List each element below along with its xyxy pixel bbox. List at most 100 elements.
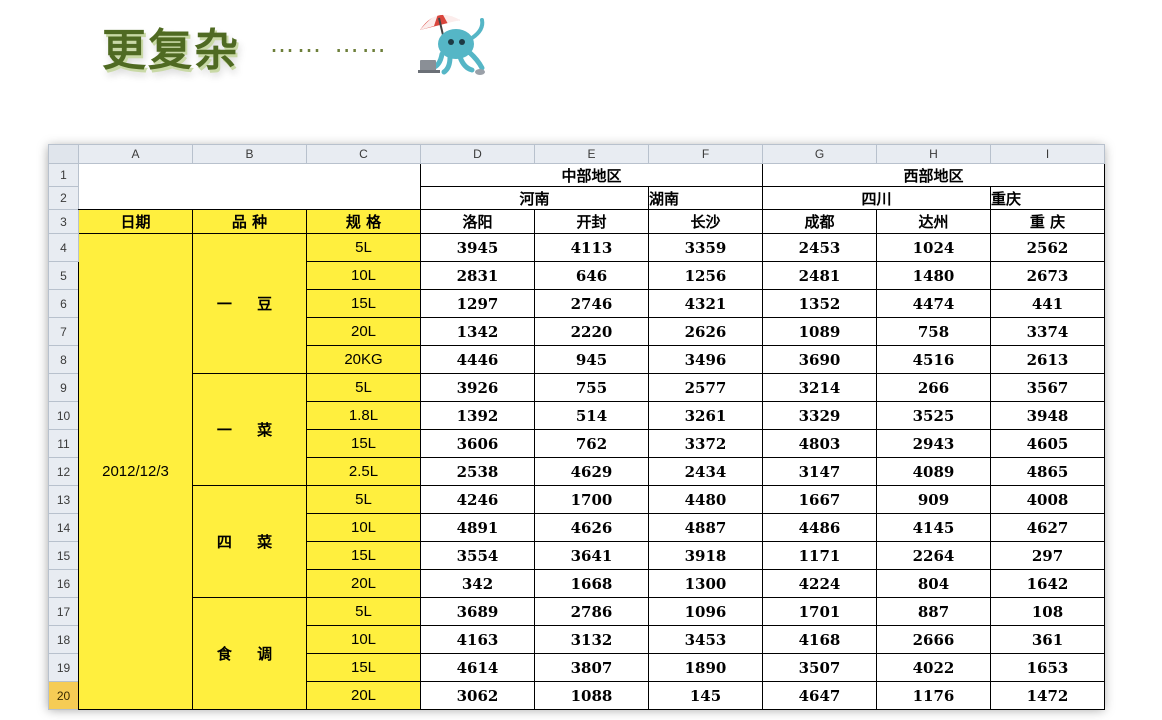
value-cell[interactable]: 2666 [876, 625, 991, 654]
row-header[interactable]: 6 [48, 289, 79, 318]
value-cell[interactable]: 2434 [648, 457, 763, 486]
province-chongqing[interactable]: 重庆 [990, 186, 1105, 210]
value-cell[interactable]: 2453 [762, 233, 877, 262]
city-header[interactable]: 成都 [762, 209, 877, 234]
row-header[interactable]: 4 [48, 233, 79, 262]
value-cell[interactable]: 4008 [990, 485, 1105, 514]
value-cell[interactable]: 3554 [420, 541, 535, 570]
value-cell[interactable]: 3374 [990, 317, 1105, 346]
header-variety[interactable]: 品 种 [192, 209, 307, 234]
value-cell[interactable]: 3525 [876, 401, 991, 430]
spec-cell[interactable]: 5L [306, 373, 421, 402]
value-cell[interactable]: 441 [990, 289, 1105, 318]
value-cell[interactable]: 2562 [990, 233, 1105, 262]
value-cell[interactable]: 1297 [420, 289, 535, 318]
column-header[interactable]: C [306, 144, 421, 164]
row-header[interactable]: 14 [48, 513, 79, 542]
value-cell[interactable]: 342 [420, 569, 535, 598]
date-cell[interactable]: 2012/12/3 [78, 233, 193, 710]
city-header[interactable]: 长沙 [648, 209, 763, 234]
city-header[interactable]: 重 庆 [990, 209, 1105, 234]
value-cell[interactable]: 1653 [990, 653, 1105, 682]
row-header[interactable]: 17 [48, 597, 79, 626]
value-cell[interactable]: 4626 [534, 513, 649, 542]
value-cell[interactable]: 1392 [420, 401, 535, 430]
column-header[interactable]: I [990, 144, 1105, 164]
value-cell[interactable]: 2577 [648, 373, 763, 402]
city-header[interactable]: 洛阳 [420, 209, 535, 234]
value-cell[interactable]: 297 [990, 541, 1105, 570]
spec-cell[interactable]: 10L [306, 513, 421, 542]
city-header[interactable]: 达州 [876, 209, 991, 234]
value-cell[interactable]: 3507 [762, 653, 877, 682]
value-cell[interactable]: 1300 [648, 569, 763, 598]
value-cell[interactable]: 1256 [648, 261, 763, 290]
value-cell[interactable]: 4480 [648, 485, 763, 514]
value-cell[interactable]: 1352 [762, 289, 877, 318]
value-cell[interactable]: 3372 [648, 429, 763, 458]
region-central[interactable]: 中部地区 [420, 163, 763, 187]
value-cell[interactable]: 2613 [990, 345, 1105, 374]
value-cell[interactable]: 1701 [762, 597, 877, 626]
value-cell[interactable]: 4887 [648, 513, 763, 542]
value-cell[interactable]: 2831 [420, 261, 535, 290]
value-cell[interactable]: 2538 [420, 457, 535, 486]
row-header[interactable]: 2 [48, 186, 79, 210]
header-date[interactable]: 日期 [78, 209, 193, 234]
value-cell[interactable]: 2673 [990, 261, 1105, 290]
value-cell[interactable]: 3807 [534, 653, 649, 682]
value-cell[interactable]: 4113 [534, 233, 649, 262]
spec-cell[interactable]: 15L [306, 541, 421, 570]
row-header[interactable]: 3 [48, 209, 79, 234]
variety-cell[interactable]: 食 调 [192, 597, 307, 710]
value-cell[interactable]: 1171 [762, 541, 877, 570]
header-spec[interactable]: 规 格 [306, 209, 421, 234]
spec-cell[interactable]: 1.8L [306, 401, 421, 430]
value-cell[interactable]: 4803 [762, 429, 877, 458]
row-header[interactable]: 16 [48, 569, 79, 598]
value-cell[interactable]: 1480 [876, 261, 991, 290]
value-cell[interactable]: 4474 [876, 289, 991, 318]
value-cell[interactable]: 3496 [648, 345, 763, 374]
value-cell[interactable]: 3689 [420, 597, 535, 626]
row-header[interactable]: 10 [48, 401, 79, 430]
value-cell[interactable]: 4145 [876, 513, 991, 542]
row-header[interactable]: 5 [48, 261, 79, 290]
province-hunan[interactable]: 湖南 [648, 186, 763, 210]
row-header[interactable]: 8 [48, 345, 79, 374]
value-cell[interactable]: 945 [534, 345, 649, 374]
value-cell[interactable]: 4089 [876, 457, 991, 486]
row-header[interactable]: 15 [48, 541, 79, 570]
value-cell[interactable]: 4516 [876, 345, 991, 374]
row-header[interactable]: 9 [48, 373, 79, 402]
spec-cell[interactable]: 2.5L [306, 457, 421, 486]
value-cell[interactable]: 4614 [420, 653, 535, 682]
blank-header-cell[interactable] [78, 163, 421, 210]
spec-cell[interactable]: 5L [306, 233, 421, 262]
value-cell[interactable]: 1472 [990, 681, 1105, 710]
value-cell[interactable]: 3261 [648, 401, 763, 430]
column-header[interactable]: B [192, 144, 307, 164]
value-cell[interactable]: 1890 [648, 653, 763, 682]
region-west[interactable]: 西部地区 [762, 163, 1105, 187]
value-cell[interactable]: 4321 [648, 289, 763, 318]
value-cell[interactable]: 1089 [762, 317, 877, 346]
value-cell[interactable]: 4891 [420, 513, 535, 542]
value-cell[interactable]: 4605 [990, 429, 1105, 458]
value-cell[interactable]: 887 [876, 597, 991, 626]
value-cell[interactable]: 361 [990, 625, 1105, 654]
value-cell[interactable]: 3062 [420, 681, 535, 710]
row-header[interactable]: 11 [48, 429, 79, 458]
row-header[interactable]: 19 [48, 653, 79, 682]
column-header[interactable]: D [420, 144, 535, 164]
row-header[interactable]: 13 [48, 485, 79, 514]
value-cell[interactable]: 804 [876, 569, 991, 598]
value-cell[interactable]: 266 [876, 373, 991, 402]
value-cell[interactable]: 2626 [648, 317, 763, 346]
value-cell[interactable]: 1668 [534, 569, 649, 598]
value-cell[interactable]: 4224 [762, 569, 877, 598]
value-cell[interactable]: 2943 [876, 429, 991, 458]
value-cell[interactable]: 2264 [876, 541, 991, 570]
value-cell[interactable]: 3641 [534, 541, 649, 570]
spec-cell[interactable]: 15L [306, 429, 421, 458]
